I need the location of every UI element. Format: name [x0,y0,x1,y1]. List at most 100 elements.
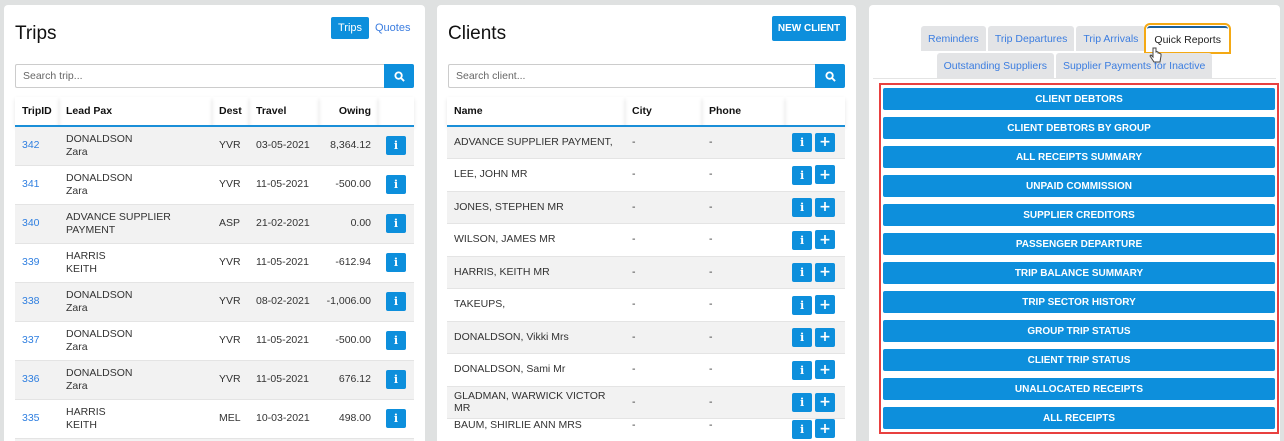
plus-icon: + [819,329,831,345]
trip-id-link[interactable]: 337 [15,321,59,361]
add-button[interactable]: + [815,132,835,152]
dest: YVR [212,282,249,322]
tab-outstanding-suppliers[interactable]: Outstanding Suppliers [936,53,1054,78]
add-button[interactable]: + [815,327,835,347]
info-button[interactable]: i [792,419,813,439]
tab-supplier-payments-for-inactive[interactable]: Supplier Payments for Inactive [1055,53,1213,78]
trip-row: 335 HARRIS KEITH MEL 10-03-2021 498.00 i [15,399,414,439]
plus-icon: + [819,361,831,378]
info-button[interactable]: i [386,409,406,428]
client-row[interactable]: LEE, JOHN MR - - i + [447,158,845,192]
trips-toggle-button[interactable]: Trips [331,17,370,39]
info-icon: i [799,396,805,409]
travel-date: 11-05-2021 [249,165,319,205]
report-all-receipts[interactable]: ALL RECEIPTS [883,407,1275,429]
client-city: - [632,419,636,431]
report-passenger-departure[interactable]: PASSENGER DEPARTURE [883,233,1275,255]
client-name: DONALDSON, Vikki Mrs [447,321,625,354]
plus-icon: + [819,166,831,183]
add-button[interactable]: + [815,262,835,282]
add-button[interactable]: + [815,230,835,249]
client-row[interactable]: JONES, STEPHEN MR - - i + [447,191,845,224]
info-button[interactable]: i [792,393,813,412]
info-button[interactable]: i [792,133,813,153]
dest: ASP [212,204,249,244]
client-row[interactable]: DONALDSON, Vikki Mrs - - i + [447,321,845,354]
lead-pax: DONALDSON Zara [59,282,212,322]
info-button[interactable]: i [792,360,813,380]
report-trip-balance-summary[interactable]: TRIP BALANCE SUMMARY [883,262,1275,284]
add-button[interactable]: + [815,165,835,184]
info-icon: i [799,298,805,312]
trip-id-link[interactable]: 336 [15,360,59,400]
owing: -500.00 [319,165,378,205]
info-button[interactable]: i [386,370,406,389]
client-phone: - [702,158,785,192]
client-row[interactable]: GLADMAN, WARWICK VICTOR MR - - i + [447,386,845,419]
info-button[interactable]: i [386,292,406,311]
trip-id-link[interactable]: 340 [15,204,59,244]
add-button[interactable]: + [815,419,835,438]
report-unallocated-receipts[interactable]: UNALLOCATED RECEIPTS [883,378,1275,400]
client-city: - [625,256,702,289]
info-button[interactable]: i [386,331,406,350]
client-row[interactable]: TAKEUPS, - - i + [447,288,845,322]
travel-date: 11-05-2021 [249,321,319,361]
trip-id-link[interactable]: 338 [15,282,59,322]
info-button[interactable]: i [792,295,813,315]
info-button[interactable]: i [792,165,813,185]
info-button[interactable]: i [386,175,406,194]
tab-reminders[interactable]: Reminders [921,26,986,51]
info-button[interactable]: i [386,136,406,156]
travel-date: 11-05-2021 [249,360,319,400]
client-city: - [625,288,702,322]
report-trip-sector-history[interactable]: TRIP SECTOR HISTORY [883,291,1275,313]
col-name: Name [447,97,625,127]
report-client-trip-status[interactable]: CLIENT TRIP STATUS [883,349,1275,371]
info-button[interactable]: i [386,253,406,272]
client-row[interactable]: BAUM, SHIRLIE ANN MRS - - i + [447,419,845,439]
trip-id-link[interactable]: 341 [15,165,59,205]
trip-id-link[interactable]: 339 [15,243,59,283]
add-button[interactable]: + [815,392,835,412]
report-client-debtors[interactable]: CLIENT DEBTORS [883,88,1275,110]
dest: MEL [212,399,249,439]
report-group-trip-status[interactable]: GROUP TRIP STATUS [883,320,1275,342]
pax-surname: ADVANCE SUPPLIER PAYMENT [66,210,171,236]
client-phone: - [702,223,785,257]
travel-date: 11-05-2021 [249,243,319,283]
info-button[interactable]: i [792,198,813,217]
client-search-button[interactable] [815,64,845,88]
report-all-receipts-summary[interactable]: ALL RECEIPTS SUMMARY [883,146,1275,168]
report-supplier-creditors[interactable]: SUPPLIER CREDITORS [883,204,1275,226]
client-search-input[interactable] [448,64,815,88]
report-unpaid-commission[interactable]: UNPAID COMMISSION [883,175,1275,197]
client-row[interactable]: WILSON, JAMES MR - - i + [447,223,845,257]
add-button[interactable]: + [815,295,835,314]
info-button[interactable]: i [792,263,813,282]
quotes-toggle-button[interactable]: Quotes [368,17,417,39]
pax-firstname: Zara [66,379,88,392]
client-row[interactable]: ADVANCE SUPPLIER PAYMENT, - - i + [447,126,845,159]
travel-date: 03-05-2021 [249,126,319,166]
tab-trip-departures[interactable]: Trip Departures [987,26,1075,51]
client-row[interactable]: HARRIS, KEITH MR - - i + [447,256,845,289]
add-button[interactable]: + [815,360,835,379]
add-button[interactable]: + [815,197,835,217]
report-client-debtors-by-group[interactable]: CLIENT DEBTORS BY GROUP [883,117,1275,139]
trip-row: 342 DONALDSON Zara YVR 03-05-2021 8,364.1… [15,126,414,166]
trip-row: 340 ADVANCE SUPPLIER PAYMENT ASP 21-02-2… [15,204,414,244]
info-button[interactable]: i [792,328,813,347]
info-button[interactable]: i [792,230,813,250]
tab-trip-arrivals[interactable]: Trip Arrivals [1076,26,1146,51]
client-row[interactable]: DONALDSON, Sami Mr - - i + [447,353,845,387]
info-button[interactable]: i [386,214,406,233]
new-client-button[interactable]: NEW CLIENT [772,16,846,41]
trip-search-button[interactable] [384,64,414,88]
trip-id-link[interactable]: 342 [15,126,59,166]
trip-id-link[interactable]: 335 [15,399,59,439]
trip-search-input[interactable] [15,64,384,88]
client-name: HARRIS, KEITH MR [447,256,625,289]
col-travel: Travel [249,97,319,127]
client-phone: - [702,353,785,387]
